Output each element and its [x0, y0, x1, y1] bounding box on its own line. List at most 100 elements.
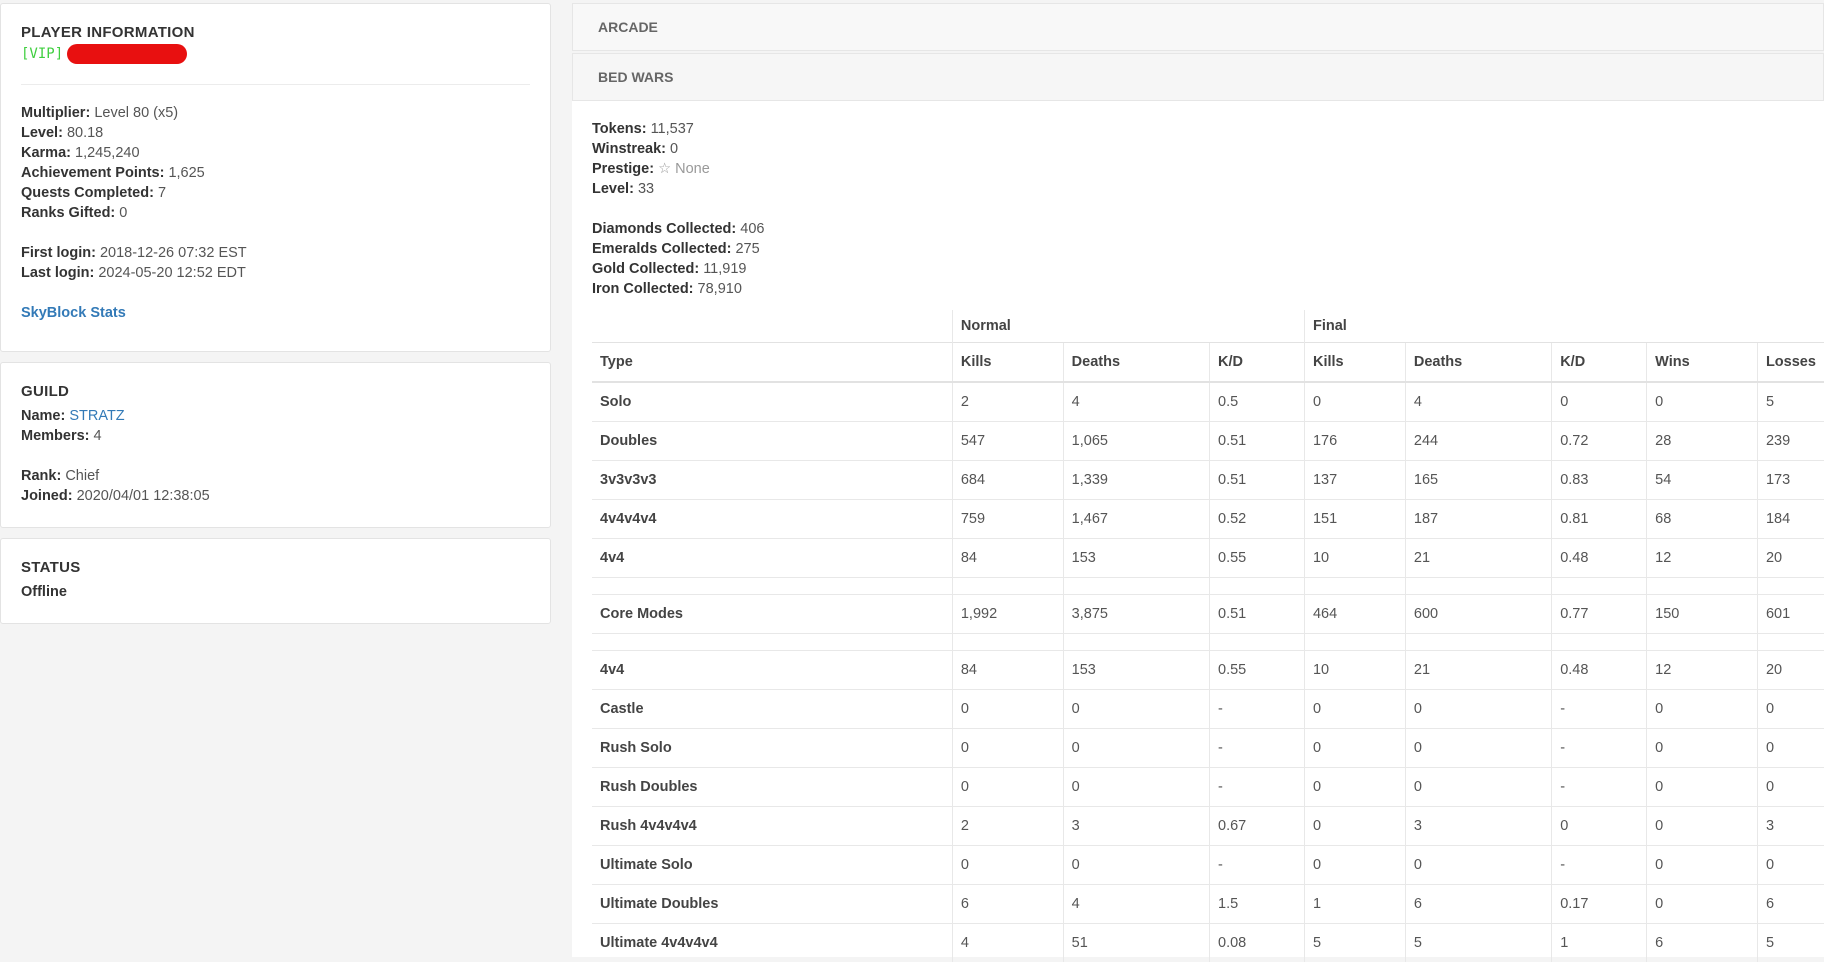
player-quests-completed-value: 7 — [158, 185, 166, 201]
bedwars-winstreak-label: Winstreak: — [592, 141, 666, 157]
table-cell: 153 — [1063, 651, 1209, 690]
table-row: Ultimate Solo00-00-00 — [592, 846, 1824, 885]
table-cell: - — [1552, 729, 1647, 768]
player-level-label: Level: — [21, 125, 63, 141]
table-row: 4v4841530.5510210.481220 — [592, 539, 1824, 578]
table-cell: 0 — [1304, 729, 1405, 768]
table-cell: 6 — [1647, 924, 1758, 962]
guild-rank-value: Chief — [65, 468, 99, 484]
table-cell: - — [1210, 729, 1305, 768]
row-type-label: Rush Doubles — [592, 768, 952, 807]
table-cell: 0 — [1405, 729, 1551, 768]
table-cell: 173 — [1757, 461, 1824, 500]
player-quests-completed-row: Quests Completed: 7 — [21, 183, 550, 203]
player-quests-completed-label: Quests Completed: — [21, 185, 154, 201]
bedwars-stats-table: NormalFinalTypeKillsDeathsK/DKillsDeaths… — [592, 310, 1824, 962]
player-information-panel: PLAYER INFORMATION [VIP] Multiplier: Lev… — [0, 3, 551, 352]
player-logins-list: First login: 2018-12-26 07:32 ESTLast lo… — [21, 243, 550, 283]
guild-joined-value: 2020/04/01 12:38:05 — [77, 488, 210, 504]
player-level-row: Level: 80.18 — [21, 123, 550, 143]
row-type-label: 4v4 — [592, 539, 952, 578]
guild-members-value: 4 — [94, 428, 102, 444]
table-cell: 0 — [1552, 807, 1647, 846]
table-row: 4v4v4v47591,4670.521511870.8168184 — [592, 500, 1824, 539]
guild-name-label: Name: — [21, 408, 65, 424]
table-cell: 5 — [1405, 924, 1551, 962]
divider — [21, 84, 530, 85]
table-cell: 0 — [1063, 690, 1209, 729]
table-cell: 28 — [1647, 422, 1758, 461]
table-cell: 0 — [1063, 846, 1209, 885]
bedwars-prestige-value: ☆ None — [658, 161, 710, 177]
bedwars-gold-collected-label: Gold Collected: — [592, 261, 699, 277]
table-cell: 0 — [1063, 768, 1209, 807]
table-cell: 3 — [1757, 807, 1824, 846]
row-type-label: Rush Solo — [592, 729, 952, 768]
table-cell: 547 — [952, 422, 1063, 461]
table-cell: 0.52 — [1210, 500, 1305, 539]
player-karma-value: 1,245,240 — [75, 145, 140, 161]
table-cell: - — [1552, 768, 1647, 807]
column-header-kills-final[interactable]: Kills — [1304, 343, 1405, 383]
row-type-label: 3v3v3v3 — [592, 461, 952, 500]
table-row: Rush Solo00-00-00 — [592, 729, 1824, 768]
table-cell: 0.83 — [1552, 461, 1647, 500]
arcade-section-header[interactable]: ARCADE — [572, 3, 1824, 51]
redacted-player-name — [67, 44, 187, 64]
table-row: Ultimate Doubles641.5160.1706 — [592, 885, 1824, 924]
table-cell: 5 — [1757, 382, 1824, 422]
bedwars-resource-stats: Diamonds Collected: 406Emeralds Collecte… — [592, 219, 764, 299]
row-type-label: Rush 4v4v4v4 — [592, 807, 952, 846]
player-ranks-gifted-label: Ranks Gifted: — [21, 205, 115, 221]
table-cell: 0 — [1647, 382, 1758, 422]
table-cell: 4 — [1405, 382, 1551, 422]
table-cell: - — [1552, 690, 1647, 729]
bedwars-level-row: Level: 33 — [592, 179, 764, 199]
player-last-login-label: Last login: — [21, 265, 94, 281]
table-cell: 0 — [1647, 690, 1758, 729]
table-row: Solo240.504005 — [592, 382, 1824, 422]
table-cell: 0 — [1304, 807, 1405, 846]
table-cell: 0.77 — [1552, 595, 1647, 634]
player-stats-list: Multiplier: Level 80 (x5)Level: 80.18Kar… — [21, 103, 550, 223]
table-cell: 6 — [1405, 885, 1551, 924]
table-cell: 601 — [1757, 595, 1824, 634]
table-cell: 0 — [1757, 846, 1824, 885]
bedwars-tokens-value: 11,537 — [651, 121, 694, 137]
table-cell: 6 — [1757, 885, 1824, 924]
table-cell: 84 — [952, 539, 1063, 578]
table-cell: 2 — [952, 807, 1063, 846]
column-header-kills[interactable]: Kills — [952, 343, 1063, 383]
table-cell: 6 — [952, 885, 1063, 924]
table-cell: 0 — [1647, 807, 1758, 846]
table-cell: 1,339 — [1063, 461, 1209, 500]
column-header-losses[interactable]: Losses — [1757, 343, 1824, 383]
table-cell: 0.5 — [1210, 382, 1305, 422]
column-header-wins[interactable]: Wins — [1647, 343, 1758, 383]
table-cell: 0 — [1063, 729, 1209, 768]
table-cell: 0.51 — [1210, 461, 1305, 500]
guild-rank-row: Rank: Chief — [21, 466, 550, 486]
row-type-label: 4v4v4v4 — [592, 500, 952, 539]
player-ranks-gifted-value: 0 — [119, 205, 127, 221]
column-header-k-d-final[interactable]: K/D — [1552, 343, 1647, 383]
table-cell: 0.67 — [1210, 807, 1305, 846]
table-row: Ultimate 4v4v4v44510.0855165 — [592, 924, 1824, 962]
column-header-k-d[interactable]: K/D — [1210, 343, 1305, 383]
guild-title: GUILD — [21, 383, 550, 400]
column-header-type[interactable]: Type — [592, 343, 952, 383]
column-header-deaths[interactable]: Deaths — [1063, 343, 1209, 383]
row-type-label: Ultimate 4v4v4v4 — [592, 924, 952, 962]
table-cell: 20 — [1757, 539, 1824, 578]
guild-name-link[interactable]: STRATZ — [69, 408, 124, 424]
table-cell: 244 — [1405, 422, 1551, 461]
table-cell: 0 — [1405, 768, 1551, 807]
skyblock-stats-link[interactable]: SkyBlock Stats — [21, 305, 126, 321]
status-title: STATUS — [21, 559, 550, 576]
table-row: Doubles5471,0650.511762440.7228239 — [592, 422, 1824, 461]
bedwars-emeralds-collected-row: Emeralds Collected: 275 — [592, 239, 764, 259]
group-normal-header: Normal — [952, 310, 1304, 343]
table-cell: 4 — [1063, 382, 1209, 422]
column-header-deaths-final[interactable]: Deaths — [1405, 343, 1551, 383]
bedwars-section-header[interactable]: BED WARS — [572, 53, 1824, 101]
